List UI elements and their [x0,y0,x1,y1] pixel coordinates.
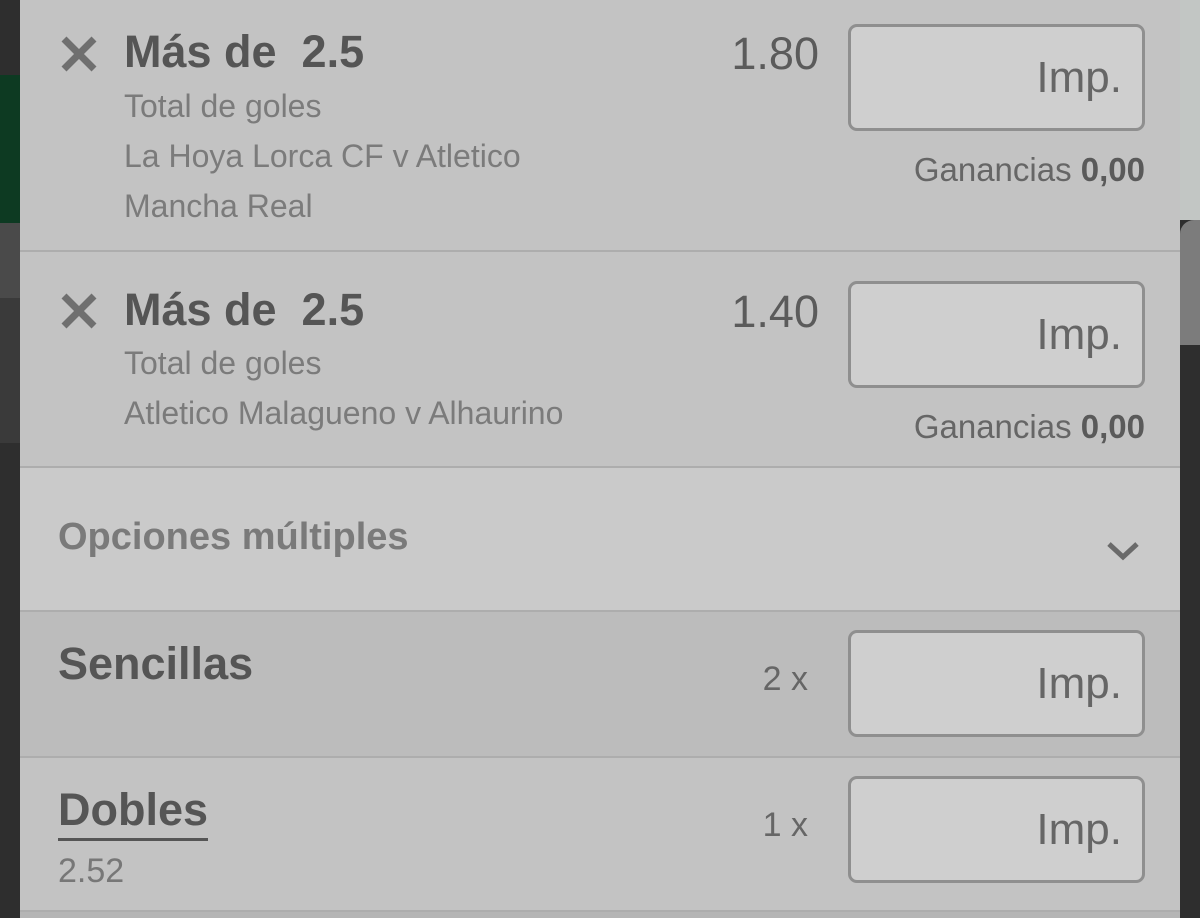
bet-selection: Más de 2.5 Total de goles Atletico Malag… [20,252,1180,468]
winnings-text: Ganancias 0,00 [914,408,1145,446]
bet-slip-panel: Más de 2.5 Total de goles La Hoya Lorca … [20,0,1180,918]
selection-odds: 1.80 [731,28,819,79]
winnings-label: Ganancias [913,408,1072,445]
close-icon[interactable] [59,34,99,74]
selection-market: Total de goles [124,88,322,124]
multiple-options-label: Opciones múltiples [58,516,409,558]
background-left-strip [0,75,20,223]
background-left-strip-darker [0,298,20,443]
close-icon[interactable] [59,291,99,331]
selection-event: La Hoya Lorca CF v Atletico [124,138,521,174]
selection-event: Atletico Malagueno v Alhaurino [124,395,564,431]
bet-type-row-singles: Sencillas 2 x [20,612,1180,758]
selection-event-continued: Mancha Real [124,188,313,224]
background-right-strip-mid [1180,220,1200,345]
stake-input[interactable] [848,630,1145,737]
stake-input[interactable] [848,24,1145,131]
selection-title: Más de 2.5 [124,26,365,77]
next-row-edge [20,912,1180,918]
winnings-text: Ganancias 0,00 [914,151,1145,189]
background-right-strip [1180,0,1200,220]
stake-input[interactable] [848,281,1145,388]
bet-selection: Más de 2.5 Total de goles La Hoya Lorca … [20,0,1180,252]
selection-market: Total de goles [124,345,322,381]
bet-type-odds: 2.52 [58,852,125,890]
winnings-value: 0,00 [1080,151,1145,188]
winnings-value: 0,00 [1080,408,1145,445]
winnings-label: Ganancias [913,151,1072,188]
bet-type-title-link[interactable]: Dobles [58,784,209,841]
background-left-strip-dark [0,223,20,298]
chevron-down-icon[interactable] [1106,541,1140,561]
bet-type-title: Sencillas [58,638,254,689]
selection-odds: 1.40 [731,286,819,337]
selection-title: Más de 2.5 [124,284,365,335]
bet-type-row-doubles: Dobles 2.52 1 x [20,758,1180,912]
bet-type-count: 2 x [762,660,808,698]
multiple-options-toggle[interactable]: Opciones múltiples [20,468,1180,612]
stake-input[interactable] [848,776,1145,883]
bet-type-count: 1 x [762,806,808,844]
